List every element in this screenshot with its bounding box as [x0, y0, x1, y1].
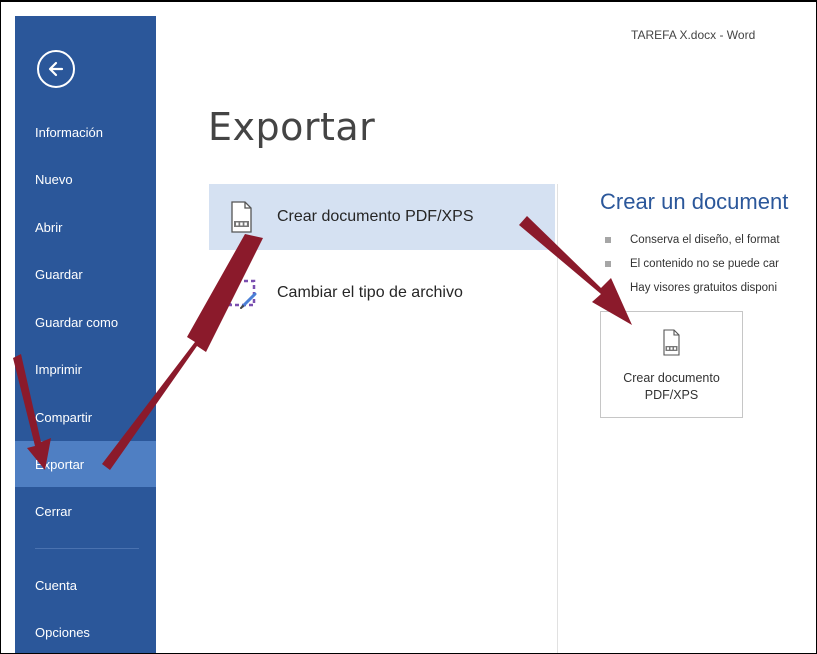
- detail-title: Crear un document: [600, 189, 789, 214]
- pdf-document-icon: [659, 328, 685, 358]
- export-option-label: Cambiar el tipo de archivo: [277, 284, 463, 301]
- back-arrow-icon: [48, 61, 64, 77]
- pdf-document-icon: [221, 196, 261, 238]
- window-title: TAREFA X.docx - Word: [631, 28, 756, 42]
- nav-item-compartir[interactable]: Compartir: [15, 394, 156, 440]
- export-option-change-file-type[interactable]: Cambiar el tipo de archivo: [209, 260, 555, 326]
- nav-item-informacion[interactable]: Información: [15, 109, 156, 155]
- nav-item-cerrar[interactable]: Cerrar: [15, 488, 156, 534]
- nav-item-guardar-como[interactable]: Guardar como: [15, 299, 156, 345]
- bullet-square-icon: [605, 261, 611, 267]
- export-option-label: Crear documento PDF/XPS: [277, 208, 474, 225]
- bullet-square-icon: [605, 237, 611, 243]
- create-pdf-xps-button-label: Crear documento PDF/XPS: [623, 371, 720, 402]
- list-item: Hay visores gratuitos disponi: [605, 276, 816, 300]
- nav-item-cuenta[interactable]: Cuenta: [15, 562, 156, 608]
- detail-bullet-list: Conserva el diseño, el format El conteni…: [605, 228, 816, 300]
- panel-divider: [557, 184, 558, 653]
- nav-item-nuevo[interactable]: Nuevo: [15, 156, 156, 202]
- back-button[interactable]: [37, 50, 75, 88]
- nav-item-imprimir[interactable]: Imprimir: [15, 346, 156, 392]
- nav-item-exportar[interactable]: Exportar: [15, 441, 156, 487]
- create-pdf-xps-button[interactable]: Crear documento PDF/XPS: [600, 311, 743, 418]
- list-item: El contenido no se puede car: [605, 252, 816, 276]
- nav-item-abrir[interactable]: Abrir: [15, 204, 156, 250]
- bullet-square-icon: [605, 285, 611, 291]
- change-file-type-icon: [221, 272, 261, 314]
- window-frame: TAREFA X.docx - Word Información Nuevo A…: [0, 0, 817, 654]
- backstage-sidebar: Información Nuevo Abrir Guardar Guardar …: [15, 16, 156, 653]
- sidebar-divider: [35, 548, 139, 549]
- list-item: Conserva el diseño, el format: [605, 228, 816, 252]
- page-title: Exportar: [208, 105, 376, 149]
- nav-item-opciones[interactable]: Opciones: [15, 609, 156, 653]
- nav-item-guardar[interactable]: Guardar: [15, 251, 156, 297]
- export-option-create-pdf-xps[interactable]: Crear documento PDF/XPS: [209, 184, 555, 250]
